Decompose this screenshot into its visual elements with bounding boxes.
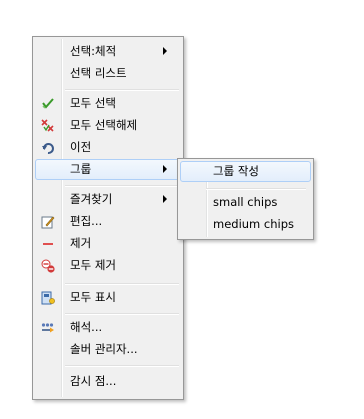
remove-icon <box>43 243 53 245</box>
menu-separator <box>65 365 179 367</box>
context-menu: 선택:체적 선택 리스트 모두 선택 모두 선택해제 이전 그룹 즐겨찾기 편집… <box>32 36 184 400</box>
menu-separator <box>65 283 179 285</box>
menu-item-label: 선택:체적 <box>70 44 117 58</box>
undo-icon <box>42 143 54 154</box>
submenu-arrow-icon <box>163 47 167 55</box>
menu-item-label: 즐겨찾기 <box>70 192 113 206</box>
menu-separator <box>65 89 179 91</box>
menu-item-label: 모두 선택 <box>70 96 116 110</box>
submenu-item-medium-chips[interactable]: medium chips <box>180 214 311 235</box>
check-icon <box>42 98 54 109</box>
menu-item-solver-manager[interactable]: 솔버 관리자... <box>35 339 181 360</box>
menu-item-display-all[interactable]: 모두 표시 <box>35 287 181 308</box>
clear-selection-icon <box>41 119 54 132</box>
menu-item-label: 해석... <box>70 320 103 334</box>
analyze-icon <box>41 323 54 333</box>
menu-item-label: 감시 점... <box>70 374 117 388</box>
menu-item-previous[interactable]: 이전 <box>35 137 181 158</box>
menu-item-monitor-points[interactable]: 감시 점... <box>35 371 181 392</box>
menu-item-select-list[interactable]: 선택 리스트 <box>35 63 181 84</box>
submenu-item-label: small chips <box>213 195 278 209</box>
menu-item-label: 이전 <box>70 140 92 154</box>
menu-item-edit[interactable]: 편집... <box>35 211 181 232</box>
edit-icon <box>41 216 55 229</box>
menu-item-select-all[interactable]: 모두 선택 <box>35 93 181 114</box>
menu-item-label: 편집... <box>70 214 103 228</box>
submenu-item-create-group[interactable]: 그룹 작성 <box>180 161 311 182</box>
menu-item-label: 모두 선택해제 <box>70 118 138 132</box>
menu-item-remove-all[interactable]: 모두 제거 <box>35 255 181 276</box>
menu-item-label: 솔버 관리자... <box>70 342 138 356</box>
submenu-item-label: medium chips <box>213 217 295 231</box>
menu-separator <box>65 313 179 315</box>
menu-separator <box>65 185 179 187</box>
group-submenu: 그룹 작성 small chips medium chips <box>177 158 314 240</box>
menu-item-deselect-all[interactable]: 모두 선택해제 <box>35 115 181 136</box>
submenu-item-small-chips[interactable]: small chips <box>180 192 311 213</box>
menu-item-label: 그룹 <box>70 162 92 176</box>
submenu-arrow-icon <box>163 195 167 203</box>
menu-item-group[interactable]: 그룹 <box>35 159 181 180</box>
menu-item-remove[interactable]: 제거 <box>35 233 181 254</box>
menu-item-favorites[interactable]: 즐겨찾기 <box>35 189 181 210</box>
submenu-item-label: 그룹 작성 <box>213 164 259 178</box>
display-all-icon <box>41 291 55 305</box>
menu-item-label: 선택 리스트 <box>70 66 127 80</box>
submenu-separator <box>206 188 306 190</box>
menu-item-label: 모두 제거 <box>70 258 116 272</box>
submenu-arrow-icon <box>163 165 167 173</box>
menu-item-label: 모두 표시 <box>70 290 116 304</box>
remove-all-icon <box>41 259 55 273</box>
menu-item-analyze[interactable]: 해석... <box>35 317 181 338</box>
menu-item-select-volume[interactable]: 선택:체적 <box>35 41 181 62</box>
menu-item-label: 제거 <box>70 236 92 250</box>
